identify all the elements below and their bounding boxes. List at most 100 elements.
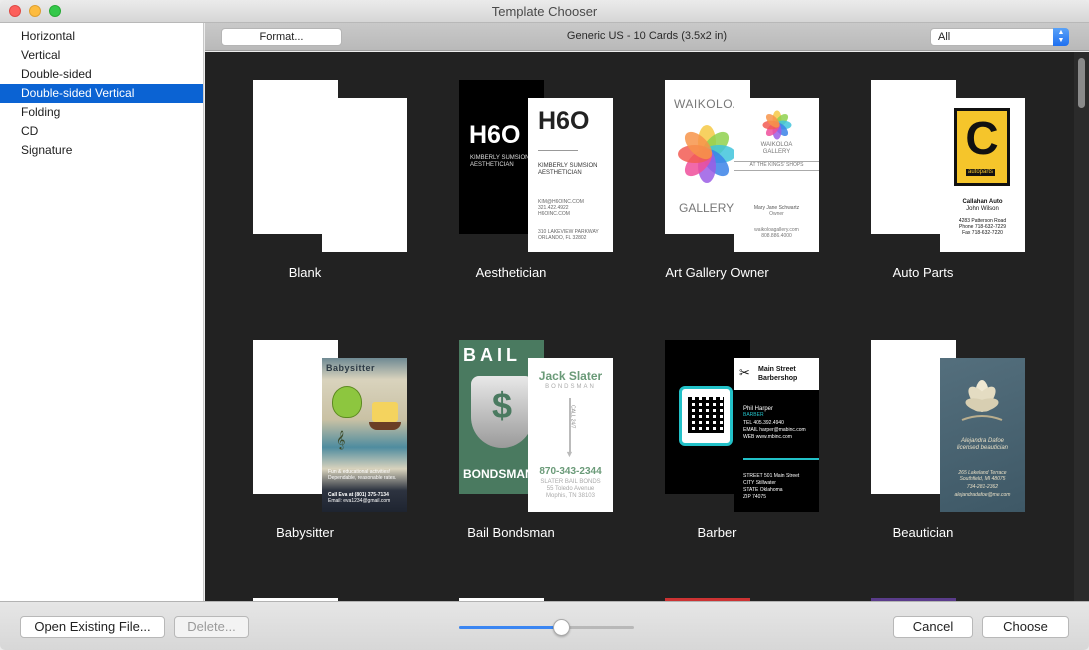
card-role: AESTHETICIAN bbox=[538, 170, 582, 176]
divider bbox=[743, 458, 819, 460]
category-sidebar: Horizontal Vertical Double-sided Double-… bbox=[0, 23, 204, 601]
card-front bbox=[322, 98, 407, 252]
sidebar-item-vertical[interactable]: Vertical bbox=[0, 46, 203, 65]
card-email: alejandradafoe@me.com bbox=[954, 492, 1011, 498]
zoom-slider-fill bbox=[459, 626, 561, 629]
card-phone: 870-343-2344 bbox=[539, 466, 602, 477]
card-front: Jack Slater BONDSMAN ▼ CALL 24/7 870-343… bbox=[528, 358, 613, 512]
divider bbox=[538, 150, 578, 151]
card-address2: Southfield, MI 48075 bbox=[959, 476, 1006, 482]
card-side: CALL 24/7 bbox=[569, 405, 576, 429]
apple-icon bbox=[332, 386, 362, 418]
template-label: Auto Parts bbox=[892, 265, 954, 280]
sidebar-item-double-sided-vertical[interactable]: Double-sided Vertical bbox=[0, 84, 203, 103]
card-logo: H6O bbox=[469, 121, 521, 149]
filter-select[interactable]: All ▲ ▼ bbox=[930, 28, 1069, 46]
dollar-icon: $ bbox=[491, 385, 513, 426]
template-aesthetician[interactable]: H6O KIMBERLY SUMSION AESTHETICIAN H6O KI… bbox=[411, 52, 613, 292]
template-auto-parts[interactable]: C autoparts Callahan Auto John Wilson 42… bbox=[823, 52, 1025, 292]
card-word1: WAIKOLOA bbox=[760, 142, 793, 148]
shield-icon: $ bbox=[471, 376, 533, 448]
card-person: KIMBERLY SUMSION bbox=[470, 155, 530, 161]
format-button[interactable]: Format... bbox=[221, 28, 342, 46]
sidebar-item-double-sided[interactable]: Double-sided bbox=[0, 65, 203, 84]
card-header-band: ✂ Main Street Barbershop bbox=[734, 358, 819, 390]
card-front: WAIKOLOA GALLERY AT THE KINGS' SHOPS Mar… bbox=[734, 98, 819, 252]
card-logo-letter: C bbox=[965, 112, 999, 164]
card-web: WEB www.mbinc.com bbox=[743, 434, 792, 440]
open-existing-file-button[interactable]: Open Existing File... bbox=[20, 616, 165, 638]
template-bail-bondsman[interactable]: BAIL $ BONDSMAN Jack Slater BONDSMAN ▼ C… bbox=[411, 312, 613, 552]
card-address2: Mophis, TN 38103 bbox=[546, 493, 595, 499]
template-chooser-window: Template Chooser Horizontal Vertical Dou… bbox=[0, 0, 1089, 650]
sidebar-item-signature[interactable]: Signature bbox=[0, 141, 203, 160]
card-bullet2: Dependable, reasonable rates. bbox=[328, 475, 397, 481]
card-front: C autoparts Callahan Auto John Wilson 42… bbox=[940, 98, 1025, 252]
template-gallery: Blank H6O KIMBERLY SUMSION AESTHETICIAN … bbox=[205, 52, 1089, 601]
card-role: AESTHETICIAN bbox=[470, 162, 514, 168]
template-label: Blank bbox=[288, 265, 322, 280]
card-front: H6O KIMBERLY SUMSION AESTHETICIAN KIM@H6… bbox=[528, 98, 613, 252]
card-company1: Main Street bbox=[758, 366, 796, 373]
card-address1: 55 Toledo Avenue bbox=[546, 486, 595, 492]
card-back-bottom: BONDSMAN bbox=[463, 467, 534, 481]
down-arrow-icon: ▼ bbox=[565, 449, 574, 459]
template-label: Bail Bondsman bbox=[467, 525, 555, 540]
card-tagline: AT THE KINGS' SHOPS bbox=[734, 161, 819, 171]
card-person: Jack Slater bbox=[538, 369, 603, 383]
template-label: Beautician bbox=[892, 525, 954, 540]
sailboat-icon bbox=[372, 402, 398, 422]
zoom-slider-knob[interactable] bbox=[552, 619, 570, 636]
updown-arrows-icon: ▲ ▼ bbox=[1053, 28, 1069, 46]
scissors-icon: ✂ bbox=[739, 365, 750, 380]
sidebar-item-folding[interactable]: Folding bbox=[0, 103, 203, 122]
sidebar-item-cd[interactable]: CD bbox=[0, 122, 203, 141]
card-fax: Fax 718-632-7220 bbox=[962, 230, 1003, 236]
filter-select-value: All bbox=[938, 31, 951, 43]
gallery-scrollbar[interactable] bbox=[1074, 52, 1089, 601]
card-person: Alejandra Dafoe bbox=[960, 438, 1005, 444]
card-logo: H6O bbox=[538, 107, 590, 135]
card-company: Callahan Auto bbox=[962, 199, 1003, 205]
template-barber[interactable]: ✂ Main Street Barbershop Phil Harper BAR… bbox=[617, 312, 819, 552]
flower-logo-icon bbox=[678, 125, 736, 183]
card-front: Alejandra Dafoe licensed beautician 265 … bbox=[940, 358, 1025, 512]
card-front: ✂ Main Street Barbershop Phil Harper BAR… bbox=[734, 358, 819, 512]
card-phone: 808.886.4000 bbox=[761, 233, 792, 239]
card-word1: WAIKOLOA bbox=[674, 97, 742, 111]
template-babysitter[interactable]: Babysitter 𝄞 Fun & educational activitie… bbox=[205, 312, 407, 552]
format-toolbar: Format... Generic US - 10 Cards (3.5x2 i… bbox=[205, 23, 1089, 51]
card-header: Babysitter bbox=[326, 363, 376, 373]
delete-button[interactable]: Delete... bbox=[174, 616, 249, 638]
template-label: Aesthetician bbox=[475, 265, 547, 280]
template-beautician[interactable]: Alejandra Dafoe licensed beautician 265 … bbox=[823, 312, 1025, 552]
card-role: BONDSMAN bbox=[545, 384, 596, 390]
card-role: Owner bbox=[769, 211, 784, 217]
card-street: STREET 501 Main Street bbox=[743, 473, 800, 479]
template-art-gallery-owner[interactable]: WAIKOLOA GALLERY WAIKOLOA GALLERY AT THE… bbox=[617, 52, 819, 292]
template-blank[interactable]: Blank bbox=[205, 52, 407, 292]
card-role: licensed beautician bbox=[956, 445, 1009, 451]
card-web: H6OINC.COM bbox=[538, 211, 570, 217]
card-person: John Wilson bbox=[966, 206, 999, 212]
card-back-top: BAIL bbox=[463, 345, 521, 365]
cancel-button[interactable]: Cancel bbox=[893, 616, 973, 638]
template-label: Art Gallery Owner bbox=[665, 265, 769, 280]
card-tel: TEL 405.392.4940 bbox=[743, 420, 784, 426]
card-city: CITY Stillwater bbox=[743, 480, 776, 486]
zoom-slider[interactable] bbox=[459, 619, 634, 636]
card-company: SLATER BAIL BONDS bbox=[540, 479, 601, 485]
lotus-flower-icon bbox=[961, 380, 1003, 421]
title-bar: Template Chooser bbox=[0, 0, 1089, 23]
card-email: Email: eva1234@gmail.com bbox=[328, 498, 391, 504]
choose-button[interactable]: Choose bbox=[982, 616, 1069, 638]
window-title: Template Chooser bbox=[491, 4, 598, 19]
card-role: BARBER bbox=[743, 412, 764, 418]
sidebar-item-horizontal[interactable]: Horizontal bbox=[0, 27, 203, 46]
boat-hull-icon bbox=[369, 422, 401, 430]
card-front: Babysitter 𝄞 Fun & educational activitie… bbox=[322, 358, 407, 512]
qr-code-icon bbox=[679, 386, 733, 446]
card-word2: GALLERY bbox=[762, 149, 791, 155]
card-phone: 734-281-2362 bbox=[966, 484, 999, 490]
scrollbar-thumb[interactable] bbox=[1078, 58, 1085, 108]
